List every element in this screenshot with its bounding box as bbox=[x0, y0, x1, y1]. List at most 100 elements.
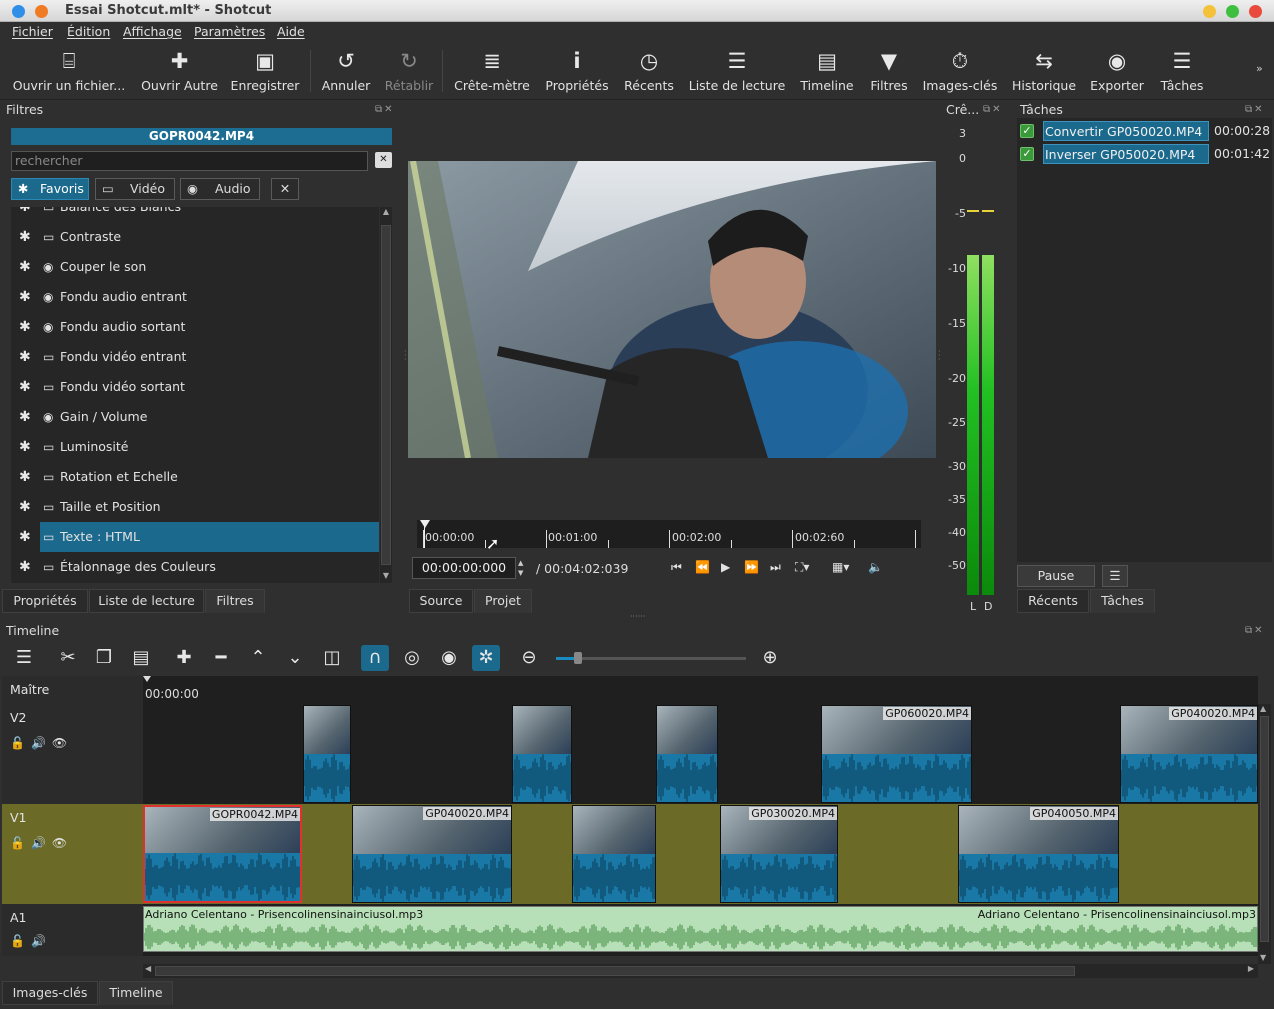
chip-favoris[interactable]: ✱ Favoris bbox=[11, 178, 89, 200]
tab-properties[interactable]: Propriétés bbox=[2, 589, 88, 613]
meter-float-icon[interactable]: ⧉✕ bbox=[983, 104, 1003, 115]
video-preview[interactable] bbox=[408, 161, 936, 458]
timeline-clip[interactable] bbox=[512, 705, 572, 803]
timeline-vscroll[interactable]: ▲ ▼ bbox=[1258, 704, 1271, 964]
close-filter-button[interactable]: ✕ bbox=[271, 178, 299, 200]
export-button[interactable]: ◉ Exporter bbox=[1087, 42, 1147, 100]
mute-icon[interactable]: 🔊 bbox=[31, 836, 52, 850]
filter-item[interactable]: ✱ ▭ Fondu vidéo sortant bbox=[11, 372, 379, 402]
zoom-out-icon[interactable]: ⊖ bbox=[515, 645, 543, 671]
copy-icon[interactable]: ❐ bbox=[90, 645, 118, 671]
filter-item[interactable]: ✱ ◉ Gain / Volume bbox=[11, 402, 379, 432]
recent-button[interactable]: ◷ Récents bbox=[620, 42, 678, 100]
timecode-spinner[interactable]: ▲ ▼ bbox=[518, 558, 523, 578]
filters-panel-float-icon[interactable]: ⧉✕ bbox=[375, 104, 395, 115]
splitter-handle-right[interactable]: · · · bbox=[938, 348, 941, 364]
ripple-all-icon[interactable]: ✲ bbox=[472, 645, 500, 671]
filter-item[interactable]: ✱ ▭ Rotation et Echelle bbox=[11, 462, 379, 492]
timeline-hscroll[interactable]: ◀ ▶ bbox=[143, 964, 1258, 978]
favorite-star-icon[interactable]: ✱ bbox=[19, 312, 31, 342]
timeline-menu-icon[interactable]: ☰ bbox=[10, 645, 38, 671]
track-v2[interactable]: V2 🔓🔊👁 bbox=[2, 704, 143, 804]
grid-button[interactable]: ▦▾ bbox=[832, 560, 849, 574]
cut-icon[interactable]: ✂ bbox=[54, 645, 82, 671]
favorite-star-icon[interactable]: ✱ bbox=[19, 252, 31, 282]
toolbar-overflow-icon[interactable]: » bbox=[1256, 62, 1263, 75]
rewind-button[interactable]: ⏪ bbox=[695, 560, 710, 574]
tab-filters[interactable]: Filtres bbox=[205, 589, 265, 613]
zoom-slider-handle[interactable] bbox=[574, 652, 582, 664]
filter-item[interactable]: ✱ ▭ Fondu vidéo entrant bbox=[11, 342, 379, 372]
redo-button[interactable]: ↻ Rétablir bbox=[382, 42, 436, 100]
split-icon[interactable]: ◫ bbox=[318, 645, 346, 671]
skip-end-button[interactable]: ⏭ bbox=[770, 560, 781, 575]
menu-fichier[interactable]: Fichier bbox=[12, 24, 53, 39]
open-other-button[interactable]: ✚ Ouvrir Autre bbox=[137, 42, 222, 100]
timeline-clip[interactable]: GP040050.MP4 bbox=[958, 805, 1119, 903]
mute-icon[interactable]: 🔊 bbox=[31, 736, 52, 750]
keyframes-button[interactable]: ⏱ Images-clés bbox=[919, 42, 1001, 100]
open-file-button[interactable]: ⌸ Ouvrir un fichier... bbox=[10, 42, 128, 100]
favorite-star-icon[interactable]: ✱ bbox=[19, 552, 31, 582]
splitter-handle[interactable]: ······ bbox=[630, 612, 645, 621]
skip-start-button[interactable]: ⏮ bbox=[671, 560, 682, 575]
favorite-star-icon[interactable]: ✱ bbox=[19, 207, 31, 222]
clear-search-icon[interactable]: ✕ bbox=[375, 152, 392, 168]
window-close-dot[interactable] bbox=[12, 5, 25, 18]
filters-list-scrollbar[interactable]: ▲ ▼ bbox=[380, 207, 392, 583]
favorite-star-icon[interactable]: ✱ bbox=[19, 402, 31, 432]
zoom-in-icon[interactable]: ⊕ bbox=[756, 645, 784, 671]
filter-item[interactable]: ✱ ▭ Texte : HTML bbox=[11, 522, 379, 552]
timeline-clip[interactable]: GP030020.MP4 bbox=[720, 805, 838, 903]
remove-icon[interactable]: ━ bbox=[207, 645, 235, 671]
fast-forward-button[interactable]: ⏩ bbox=[744, 560, 759, 574]
favorite-star-icon[interactable]: ✱ bbox=[19, 222, 31, 252]
filter-item[interactable]: ✱▭Balance des Blancs bbox=[11, 207, 379, 222]
jobs-float-icon[interactable]: ⧉✕ bbox=[1245, 104, 1265, 115]
tab-source[interactable]: Source bbox=[409, 589, 473, 613]
timeline-tracks[interactable]: 00:00:00 Adriano Celentano - Prisencolin… bbox=[143, 676, 1258, 956]
favorite-star-icon[interactable]: ✱ bbox=[19, 372, 31, 402]
timeline-clip[interactable]: GP060020.MP4 bbox=[821, 705, 972, 803]
undo-button[interactable]: ↺ Annuler bbox=[318, 42, 374, 100]
timeline-clip[interactable]: GP040020.MP4 bbox=[352, 805, 512, 903]
timecode-input[interactable]: 00:00:00:000 bbox=[412, 557, 516, 579]
filter-item[interactable]: ✱ ◉ Fondu audio sortant bbox=[11, 312, 379, 342]
zoom-slider[interactable] bbox=[556, 652, 746, 664]
eye-icon[interactable]: 👁 bbox=[52, 836, 73, 850]
track-a1[interactable]: A1 🔓🔊 bbox=[2, 904, 143, 956]
menu-aide[interactable]: Aide bbox=[277, 24, 305, 39]
filter-item[interactable]: ✱ ▭ Luminosité bbox=[11, 432, 379, 462]
zoom-fit-button[interactable]: ⛶▾ bbox=[795, 560, 809, 575]
eye-icon[interactable]: 👁 bbox=[52, 736, 73, 750]
favorite-star-icon[interactable]: ✱ bbox=[19, 282, 31, 312]
volume-button[interactable]: 🔈 bbox=[868, 560, 883, 574]
timeline-clip[interactable] bbox=[572, 805, 656, 903]
tab-keyframes[interactable]: Images-clés bbox=[2, 981, 98, 1005]
favorite-star-icon[interactable]: ✱ bbox=[19, 492, 31, 522]
properties-button[interactable]: i Propriétés bbox=[542, 42, 612, 100]
tab-recent[interactable]: Récents bbox=[1017, 589, 1089, 613]
timeline-clip[interactable] bbox=[656, 705, 718, 803]
filter-item[interactable]: ✱ ▭ Taille et Position bbox=[11, 492, 379, 522]
play-button[interactable]: ▶ bbox=[721, 560, 730, 574]
pause-jobs-button[interactable]: Pause bbox=[1017, 565, 1095, 587]
window-min-button[interactable] bbox=[1203, 5, 1216, 18]
lock-icon[interactable]: 🔓 bbox=[10, 736, 31, 750]
window-close-button[interactable] bbox=[1249, 5, 1262, 18]
timeline-clip[interactable]: GOPR0042.MP4 bbox=[143, 805, 302, 903]
timeline-button[interactable]: ▤ Timeline bbox=[796, 42, 858, 100]
jobs-button[interactable]: ☰ Tâches bbox=[1155, 42, 1209, 100]
splitter-handle-left[interactable]: · · · bbox=[404, 348, 407, 364]
timeline-float-icon[interactable]: ⧉✕ bbox=[1245, 625, 1265, 636]
ripple-icon[interactable]: ◉ bbox=[435, 645, 463, 671]
job-row[interactable]: ✓ Convertir GP050020.MP4 00:00:28 bbox=[1020, 121, 1270, 141]
lock-icon[interactable]: 🔓 bbox=[10, 836, 31, 850]
tab-jobs[interactable]: Tâches bbox=[1090, 589, 1155, 613]
filters-button[interactable]: ▼ Filtres bbox=[866, 42, 912, 100]
overwrite-icon[interactable]: ⌄ bbox=[281, 645, 309, 671]
peak-meter-button[interactable]: ≣ Crête-mètre bbox=[450, 42, 534, 100]
favorite-star-icon[interactable]: ✱ bbox=[19, 462, 31, 492]
filter-item[interactable]: ✱ ▭ Étalonnage des Couleurs bbox=[11, 552, 379, 582]
chip-audio[interactable]: ◉ Audio bbox=[180, 178, 260, 200]
